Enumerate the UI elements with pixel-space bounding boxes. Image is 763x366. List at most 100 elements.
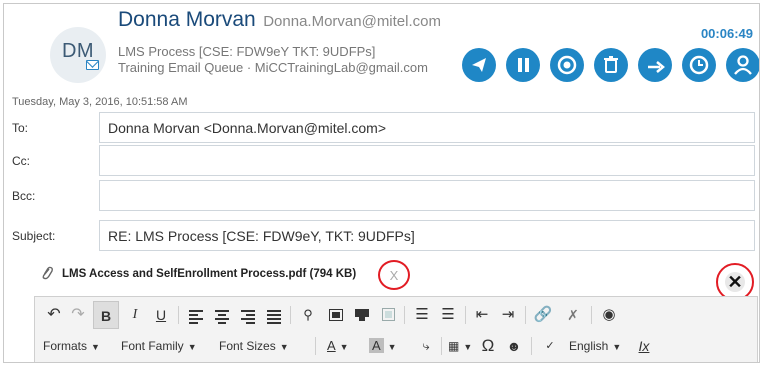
- remove-attachment-label: X: [389, 268, 399, 283]
- chevron-down-icon: ▼: [339, 342, 349, 352]
- chevron-down-icon: ▼: [279, 342, 289, 352]
- pause-button[interactable]: [506, 48, 540, 82]
- attachment-row: LMS Access and SelfEnrollment Process.pd…: [4, 260, 759, 301]
- subject-label: Subject:: [12, 229, 56, 243]
- to-row: To:: [4, 111, 759, 145]
- bullet-list-icon: ☰: [415, 306, 429, 323]
- outdent-button[interactable]: ⇤: [471, 301, 493, 329]
- toolbar-separator: [465, 306, 466, 324]
- bg-color-button[interactable]: A ▼: [369, 332, 397, 360]
- redo-button[interactable]: ↷: [67, 301, 89, 329]
- text-color-button[interactable]: A ▼: [327, 332, 349, 360]
- send-icon: [472, 58, 486, 72]
- chevron-down-icon: ▼: [463, 342, 473, 352]
- insert-table-button[interactable]: [351, 301, 373, 329]
- wrapup-button[interactable]: [550, 48, 584, 82]
- align-center-button[interactable]: [211, 301, 233, 329]
- font-family-label: Font Family: [121, 339, 184, 353]
- editor-toolbar-row-1: ↶ ↷ B I U ⚲ ☰ ☰ ⇤ ⇥ 🔗 ✗ ◉: [35, 301, 757, 329]
- queue-line: Training Email Queue · MiCCTrainingLab@g…: [118, 60, 428, 75]
- numbered-list-icon: ☰: [441, 306, 455, 323]
- special-char-button[interactable]: Ω: [477, 332, 499, 360]
- font-sizes-label: Font Sizes: [219, 339, 276, 353]
- preview-button[interactable]: ◉: [597, 301, 621, 329]
- media-button[interactable]: [377, 301, 399, 329]
- schedule-button[interactable]: [682, 48, 716, 82]
- trash-icon: [604, 56, 618, 73]
- find-button[interactable]: ☻: [503, 332, 525, 360]
- subject-field[interactable]: [99, 220, 755, 251]
- paperclip-icon: [42, 266, 53, 280]
- editor-toolbar-row-2: Formats ▼ Font Family ▼ Font Sizes ▼ A ▼ A ▼ …: [35, 332, 757, 360]
- rich-text-editor: ↶ ↷ B I U ⚲ ☰ ☰ ⇤ ⇥ 🔗 ✗ ◉ Formats ▼ Font…: [34, 296, 758, 362]
- contact-name: Donna Morvan: [118, 8, 256, 31]
- remove-attachment-button[interactable]: X: [378, 260, 410, 290]
- attachment-name[interactable]: LMS Access and SelfEnrollment Process.pd…: [62, 268, 356, 280]
- outdent-icon: ⇤: [475, 306, 489, 323]
- link-icon: 🔗: [533, 306, 553, 323]
- align-right-icon: [241, 310, 255, 326]
- bold-button[interactable]: B: [93, 301, 119, 329]
- toolbar-separator: [525, 306, 526, 324]
- brush-icon: ⤷: [422, 338, 430, 353]
- close-label: ✕: [727, 272, 743, 292]
- wrapup-icon: [557, 55, 577, 75]
- align-left-button[interactable]: [185, 301, 207, 329]
- justify-button[interactable]: [263, 301, 285, 329]
- clear-format-brush-button[interactable]: ⤷: [415, 332, 437, 360]
- clear-format-button[interactable]: Ix: [633, 332, 655, 360]
- contacts-icon: [734, 55, 752, 75]
- queue-text: Training Email Queue · MiCCTrainingLab@g…: [118, 60, 428, 75]
- bcc-label: Bcc:: [12, 189, 36, 203]
- align-right-button[interactable]: [237, 301, 259, 329]
- cc-field[interactable]: [99, 145, 755, 176]
- transfer-button[interactable]: [638, 48, 672, 82]
- toolbar-separator: [404, 306, 405, 324]
- toolbar-separator: [441, 337, 442, 355]
- media-icon: [381, 308, 395, 321]
- send-button[interactable]: [462, 48, 496, 82]
- cc-label: Cc:: [12, 154, 30, 168]
- language-dropdown[interactable]: English ▼: [569, 332, 621, 360]
- text-color-icon: A: [327, 338, 336, 353]
- unlink-button[interactable]: ✗: [561, 301, 585, 329]
- interaction-timer: 00:06:49: [700, 26, 753, 41]
- numbered-list-button[interactable]: ☰: [437, 301, 459, 329]
- formats-label: Formats: [43, 339, 88, 353]
- attach-icon: ⚲: [303, 307, 313, 322]
- cc-row: Cc:: [4, 144, 759, 178]
- contacts-button[interactable]: [726, 48, 759, 82]
- undo-button[interactable]: ↶: [43, 301, 65, 329]
- chevron-down-icon: ▼: [387, 342, 397, 352]
- pause-icon: [518, 58, 529, 72]
- font-family-dropdown[interactable]: Font Family ▼: [121, 332, 197, 360]
- font-sizes-dropdown[interactable]: Font Sizes ▼: [219, 332, 289, 360]
- binoculars-icon: ☻: [506, 338, 522, 354]
- image-icon: [329, 309, 343, 321]
- toolbar-separator: [531, 337, 532, 355]
- avatar: DM: [50, 27, 106, 83]
- insert-image-button[interactable]: [325, 301, 347, 329]
- italic-button[interactable]: I: [123, 301, 147, 329]
- table-icon: ▦: [448, 339, 460, 353]
- spellcheck-icon: ✓: [545, 340, 555, 352]
- bcc-field[interactable]: [99, 180, 755, 211]
- transfer-icon: [648, 61, 665, 73]
- formats-dropdown[interactable]: Formats ▼: [43, 332, 100, 360]
- toolbar-separator: [315, 337, 316, 355]
- bg-color-icon: A: [369, 338, 384, 353]
- chevron-down-icon: ▼: [187, 342, 197, 352]
- underline-button[interactable]: U: [149, 301, 173, 329]
- unlink-icon: ✗: [567, 307, 579, 323]
- language-label: English: [569, 339, 609, 353]
- indent-button[interactable]: ⇥: [497, 301, 519, 329]
- link-button[interactable]: 🔗: [531, 301, 555, 329]
- delete-button[interactable]: [594, 48, 628, 82]
- table-dropdown[interactable]: ▦ ▼: [448, 332, 472, 360]
- spellcheck-button[interactable]: ✓: [538, 332, 562, 360]
- attach-button[interactable]: ⚲: [297, 301, 319, 329]
- contact-line: Donna Morvan Donna.Morvan@mitel.com: [118, 8, 441, 32]
- to-field[interactable]: [99, 112, 755, 143]
- bullet-list-button[interactable]: ☰: [411, 301, 433, 329]
- justify-icon: [267, 310, 281, 326]
